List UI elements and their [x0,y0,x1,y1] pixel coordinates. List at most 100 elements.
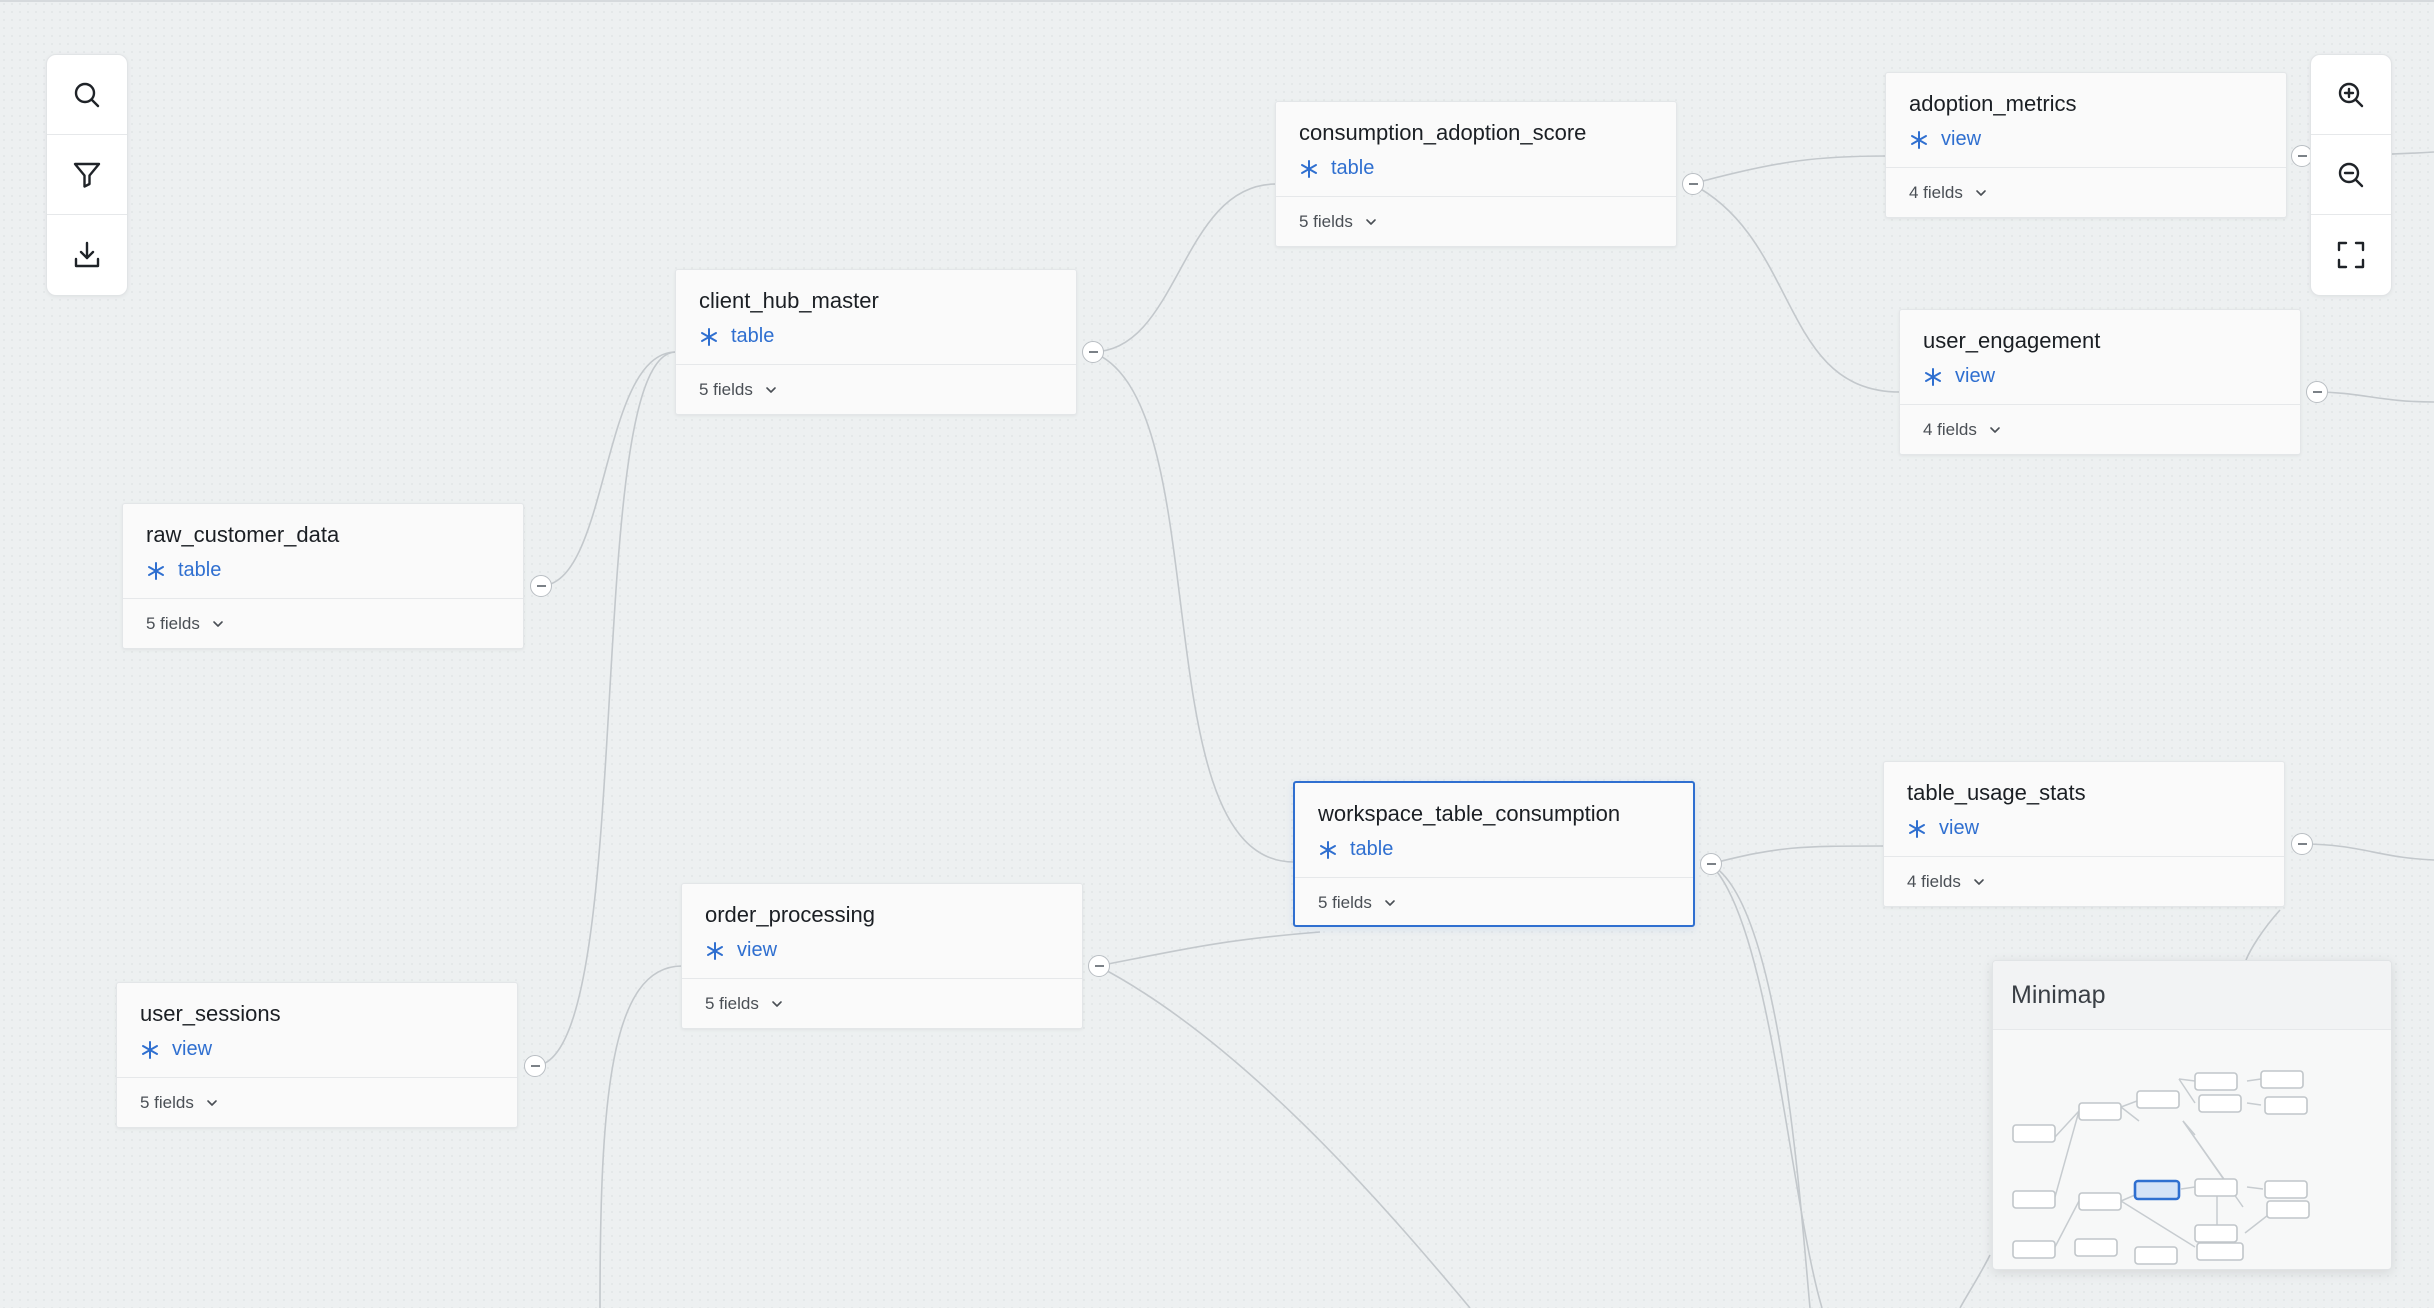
node-divider [1884,856,2284,857]
node-type-label: view [1939,817,1980,839]
fit-view-button[interactable] [2311,215,2391,295]
edge-consumption-to-engagement [1691,183,1901,393]
fields-toggle[interactable]: 5 fields [705,994,785,1014]
node-type: view [1923,365,1995,388]
node-divider [1886,167,2286,168]
node-title: adoption_metrics [1909,91,2077,116]
node-divider [117,1077,517,1078]
snowflake-icon [1925,367,1941,386]
collapse-handle-consumption-adoption-score[interactable] [1682,173,1704,195]
minimap-selected-node [2133,1179,2181,1201]
fields-toggle[interactable]: 4 fields [1923,420,2003,440]
minimap-title: Minimap [2011,981,2106,1009]
snowflake-icon [1911,130,1927,149]
collapse-handle-raw-customer-data[interactable] [530,575,552,597]
node-user-engagement[interactable]: user_engagement view 4 fields [1899,309,2301,455]
zoom-in-icon [2338,82,2364,107]
zoom-out-button[interactable] [2311,135,2391,215]
filter-button[interactable] [47,135,127,215]
fields-count: 4 fields [1923,420,1977,439]
node-type: table [1299,157,1374,180]
edge-consumption-to-adoption [1691,155,1887,185]
edge-table-usage-offscreen [2301,843,2434,861]
edge-order-processing-to-workspace [1097,931,1321,967]
node-type-label: view [737,939,778,961]
node-type-label: table [1350,838,1394,860]
node-title: user_sessions [140,1001,281,1026]
search-button[interactable] [47,55,127,135]
fields-toggle[interactable]: 5 fields [1318,893,1398,913]
collapse-handle-user-engagement[interactable] [2306,381,2328,403]
node-adoption-metrics[interactable]: adoption_metrics view 4 fields [1885,72,2287,218]
search-icon [74,82,100,107]
chevron-down-icon [766,387,776,393]
fields-toggle[interactable]: 4 fields [1909,183,1989,203]
node-divider [682,978,1082,979]
fields-toggle[interactable]: 5 fields [140,1093,220,1113]
collapse-handle-user-sessions[interactable] [524,1055,546,1077]
node-type: table [146,559,221,582]
node-type: view [140,1038,212,1061]
snowflake-icon [1301,159,1317,178]
node-client-hub-master[interactable]: client_hub_master table 5 fields [675,269,1077,415]
edge-raw-customer-to-client-hub [539,351,677,587]
chevron-down-icon [213,621,223,627]
fields-toggle[interactable]: 5 fields [146,614,226,634]
edge-table-usage-down [2245,909,2281,961]
chevron-down-icon [207,1100,217,1106]
edge-workspace-to-table-usage [1709,845,1885,865]
left-toolbar [46,54,128,296]
snowflake-icon [148,561,164,580]
fields-count: 5 fields [1299,212,1353,231]
zoom-in-button[interactable] [2311,55,2391,135]
edge-engagement-offscreen [2315,391,2434,403]
node-type: view [705,939,777,962]
fields-toggle[interactable]: 4 fields [1907,872,1987,892]
collapse-handle-order-processing[interactable] [1088,955,1110,977]
fields-count: 5 fields [146,614,200,633]
node-title: client_hub_master [699,288,879,313]
node-order-processing[interactable]: order_processing view 5 fields [681,883,1083,1029]
fields-count: 4 fields [1909,183,1963,202]
fields-toggle[interactable]: 5 fields [1299,212,1379,232]
download-button[interactable] [47,215,127,295]
filter-icon [73,162,101,188]
minimap[interactable]: Minimap [1992,960,2392,1270]
node-raw-customer-data[interactable]: raw_customer_data table 5 fields [122,503,524,649]
node-table-usage-stats[interactable]: table_usage_stats view 4 fields [1883,761,2285,907]
node-divider [1276,196,1676,197]
edge-user-sessions-to-client-hub [533,351,677,1067]
snowflake-icon [701,327,717,346]
node-workspace-table-consumption[interactable]: workspace_table_consumption table 5 fiel… [1293,781,1695,927]
node-divider [1295,877,1693,878]
chevron-down-icon [772,1001,782,1007]
collapse-handle-client-hub-master[interactable] [1082,341,1104,363]
node-type-label: view [172,1038,213,1060]
node-type: table [699,325,774,348]
edge-offscreen-to-order-processing [599,965,683,1308]
fields-count: 5 fields [1318,893,1372,912]
fields-count: 4 fields [1907,872,1961,891]
node-divider [676,364,1076,365]
collapse-handle-table-usage-stats[interactable] [2291,833,2313,855]
edge-order-processing-offscreen [1097,965,1471,1308]
edge-workspace-offscreen-1 [1709,863,1811,1308]
edge-workspace-offscreen-2 [1709,863,1823,1308]
edge-minimap-underlay [1959,1254,1991,1308]
edge-client-hub-to-workspace [1091,351,1295,863]
fullscreen-icon [2337,241,2365,269]
node-title: order_processing [705,902,875,927]
fields-count: 5 fields [140,1093,194,1112]
node-title: user_engagement [1923,328,2101,353]
snowflake-icon [142,1040,158,1059]
node-type-label: table [731,325,775,347]
minimap-canvas [2012,1070,2310,1265]
fields-count: 5 fields [705,994,759,1013]
node-type: table [1318,838,1393,861]
node-user-sessions[interactable]: user_sessions view 5 fields [116,982,518,1128]
node-consumption-adoption-score[interactable]: consumption_adoption_score table 5 field… [1275,101,1677,247]
fields-toggle[interactable]: 5 fields [699,380,779,400]
collapse-handle-workspace-table-consumption[interactable] [1700,853,1722,875]
zoom-out-icon [2338,162,2364,187]
snowflake-icon [707,941,723,960]
